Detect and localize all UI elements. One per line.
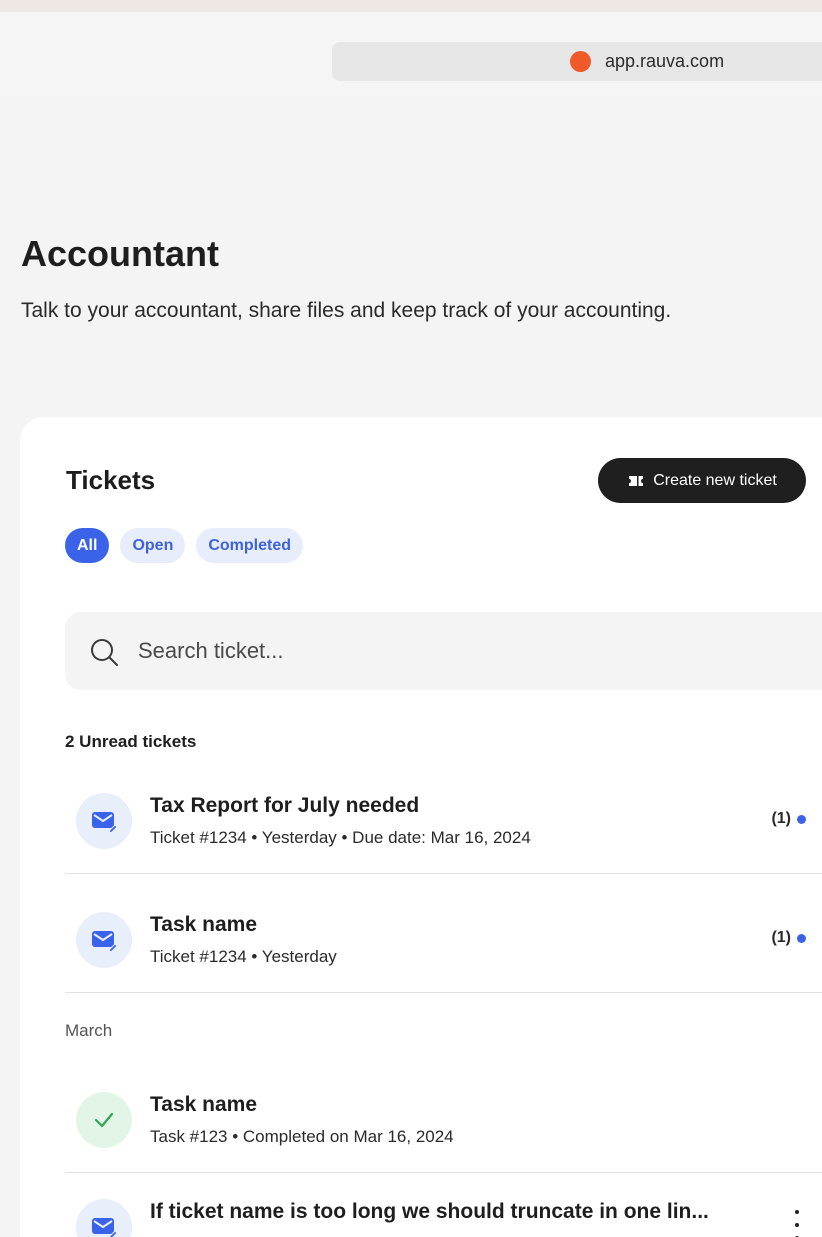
ticket-meta: Task #123 • Completed on Mar 16, 2024 [150, 1127, 454, 1146]
window-top-strip [0, 0, 822, 12]
create-new-ticket-label: Create new ticket [653, 471, 777, 489]
month-section-label: March [65, 1021, 113, 1040]
unread-dot-icon [797, 814, 806, 824]
ticket-avatar [76, 1092, 132, 1148]
ticket-row[interactable]: Task name Task #123 • Completed on Mar 1… [65, 1055, 822, 1173]
page-title: Accountant [21, 233, 219, 274]
ticket-meta: Ticket #1234 • Yesterday [150, 947, 337, 966]
browser-toolbar: app.rauva.com [0, 12, 822, 100]
ticket-title: Task name [150, 1093, 257, 1116]
ticket-row[interactable]: If ticket name is too long we should tru… [65, 1174, 822, 1237]
filter-open-chip[interactable]: Open [120, 528, 186, 563]
ticket-title: Tax Report for July needed [150, 794, 420, 817]
create-new-ticket-button[interactable]: Create new ticket [598, 458, 806, 503]
unread-dot-icon [797, 933, 806, 943]
ticket-count-label: (1) [771, 810, 791, 827]
filter-completed-chip[interactable]: Completed [196, 528, 304, 563]
ticket-title: If ticket name is too long we should tru… [150, 1200, 709, 1223]
ticket-row[interactable]: Tax Report for July needed Ticket #1234 … [65, 756, 822, 874]
checkmark-icon [94, 1112, 114, 1128]
address-url: app.rauva.com [605, 51, 725, 71]
tickets-heading: Tickets [66, 465, 156, 495]
unread-tickets-label: 2 Unread tickets [65, 732, 197, 751]
filter-all-chip[interactable]: All [65, 528, 110, 563]
search-ticket-box [65, 612, 822, 690]
mail-edit-icon [92, 1218, 118, 1237]
ticket-row[interactable]: Task name Ticket #1234 • Yesterday (1) [65, 875, 822, 993]
ticket-filter-chips: All Open Completed [65, 528, 304, 563]
ticket-avatar [76, 1199, 132, 1237]
more-options-icon[interactable] [791, 1210, 803, 1237]
ticket-avatar [76, 912, 132, 968]
address-bar[interactable]: app.rauva.com [332, 42, 822, 81]
ticket-unread-count: (1) [771, 810, 806, 828]
mail-edit-icon [92, 931, 118, 953]
site-favicon-icon [570, 51, 591, 72]
page-subtitle: Talk to your accountant, share files and… [21, 299, 672, 322]
ticket-title: Task name [150, 913, 257, 936]
ticket-meta: Ticket #1234 • Yesterday • Due date: Mar… [150, 828, 531, 847]
ticket-unread-count: (1) [771, 929, 806, 947]
ticket-icon [629, 475, 644, 486]
ticket-count-label: (1) [771, 929, 791, 946]
mail-edit-icon [92, 812, 118, 834]
search-icon [91, 639, 118, 666]
ticket-avatar [76, 793, 132, 849]
search-ticket-input[interactable] [138, 632, 738, 670]
